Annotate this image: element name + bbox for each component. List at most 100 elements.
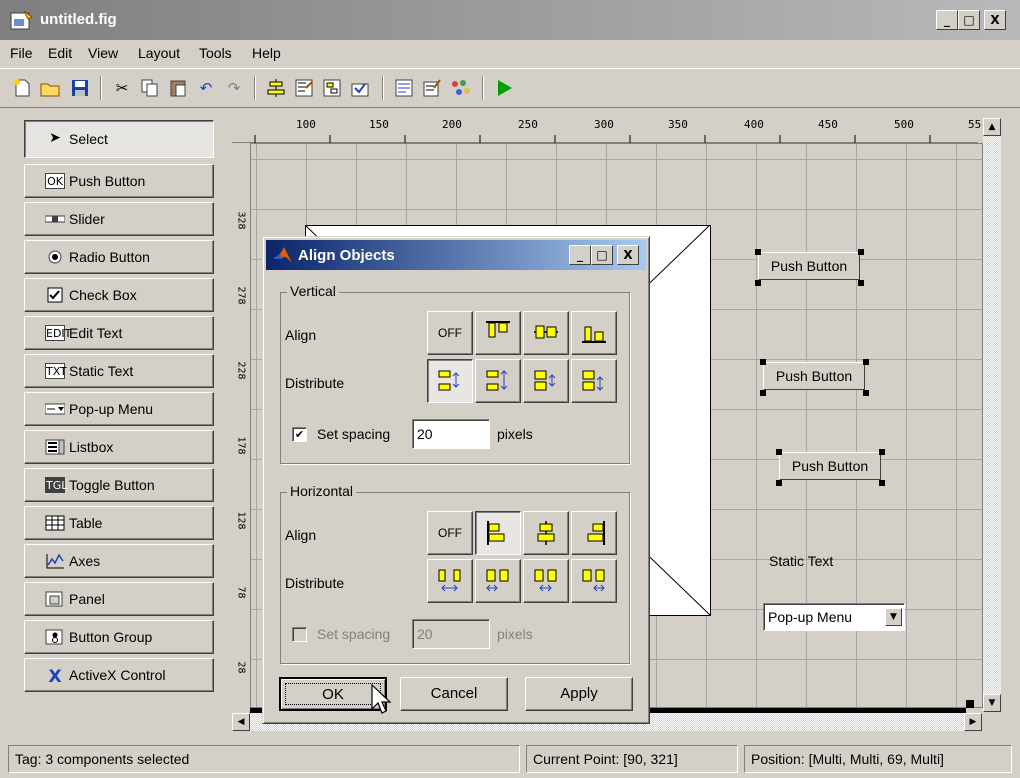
palette-panel[interactable]: Panel <box>24 582 214 616</box>
menu-editor-icon[interactable] <box>294 78 314 98</box>
menu-edit[interactable]: Edit <box>48 45 72 61</box>
distribute-vertical-button-4[interactable] <box>571 359 617 403</box>
align-right-button[interactable] <box>571 511 617 555</box>
distribute-horizontal-button-4[interactable] <box>571 559 617 603</box>
apply-button[interactable]: Apply <box>525 677 633 711</box>
align-horizontal-center-button[interactable] <box>523 511 569 555</box>
distribute-horizontal-icon <box>582 569 605 592</box>
horizontal-set-spacing-checkbox[interactable] <box>292 627 307 642</box>
distribute-vertical-button-2[interactable] <box>475 359 521 403</box>
scroll-up-button[interactable]: ▲ <box>983 118 1001 136</box>
palette-select-button[interactable]: ➤ Select <box>24 120 214 158</box>
vertical-scrollbar[interactable] <box>983 118 1001 712</box>
palette-listbox[interactable]: Listbox <box>24 430 214 464</box>
menu-view[interactable]: View <box>88 45 118 61</box>
menu-file[interactable]: File <box>10 45 33 61</box>
selection-handle[interactable] <box>863 359 869 365</box>
m-file-editor-icon[interactable] <box>394 78 414 98</box>
toolbar-editor-icon[interactable] <box>350 78 370 98</box>
toolbar-separator <box>100 76 102 100</box>
align-left-button[interactable] <box>475 511 521 555</box>
scroll-down-button[interactable]: ▼ <box>983 694 1001 712</box>
property-inspector-icon[interactable] <box>422 78 442 98</box>
paste-icon[interactable] <box>168 78 188 98</box>
palette-static-text[interactable]: TXT Static Text <box>24 354 214 388</box>
listbox-icon <box>45 439 65 455</box>
selection-handle[interactable] <box>858 280 864 286</box>
undo-icon[interactable]: ↶ <box>196 78 216 98</box>
maximize-button[interactable]: □ <box>958 10 980 30</box>
palette-table[interactable]: Table <box>24 506 214 540</box>
popup-arrow-button[interactable]: ▼ <box>885 608 902 626</box>
selection-handle[interactable] <box>760 359 766 365</box>
vertical-set-spacing-checkbox[interactable]: ✔ <box>292 427 307 442</box>
palette-slider[interactable]: Slider <box>24 202 214 236</box>
distribute-horizontal-button-3[interactable] <box>523 559 569 603</box>
selection-handle[interactable] <box>755 280 761 286</box>
canvas-push-button[interactable]: Push Button <box>758 252 860 280</box>
dialog-close-button[interactable]: X <box>617 245 639 265</box>
palette-check-box[interactable]: Check Box <box>24 278 214 312</box>
horizontal-align-off-button[interactable]: OFF <box>427 511 473 555</box>
selection-handle[interactable] <box>863 390 869 396</box>
object-browser-icon[interactable] <box>450 78 472 98</box>
cut-icon[interactable]: ✂ <box>112 78 132 98</box>
menu-help[interactable]: Help <box>252 45 281 61</box>
new-file-icon[interactable] <box>12 78 32 98</box>
palette-select-label: Select <box>69 131 108 147</box>
copy-icon[interactable] <box>140 78 160 98</box>
align-top-button[interactable] <box>475 311 521 355</box>
scroll-right-button[interactable]: ▶ <box>964 713 982 731</box>
palette-axes[interactable]: Axes <box>24 544 214 578</box>
align-vertical-center-button[interactable] <box>523 311 569 355</box>
palette-edit-text[interactable]: EDIT Edit Text <box>24 316 214 350</box>
vertical-spacing-input[interactable]: 20 <box>412 419 490 449</box>
figure-resize-handle[interactable] <box>966 700 974 708</box>
menu-layout[interactable]: Layout <box>138 45 180 61</box>
save-icon[interactable] <box>70 78 90 98</box>
selection-handle[interactable] <box>760 390 766 396</box>
ruler-tick-label: 300 <box>594 118 614 131</box>
canvas-push-button[interactable]: Push Button <box>763 362 865 390</box>
distribute-vertical-button-3[interactable] <box>523 359 569 403</box>
palette-toggle-button[interactable]: TGL Toggle Button <box>24 468 214 502</box>
minimize-button[interactable]: _ <box>936 10 958 30</box>
static-text-icon: TXT <box>45 363 67 379</box>
palette-radio-button[interactable]: Radio Button <box>24 240 214 274</box>
cancel-button[interactable]: Cancel <box>400 677 508 711</box>
distribute-horizontal-button-1[interactable] <box>427 559 473 603</box>
align-bottom-button[interactable] <box>571 311 617 355</box>
canvas-push-button[interactable]: Push Button <box>779 452 881 480</box>
palette-activex-control[interactable]: X ActiveX Control <box>24 658 214 692</box>
open-folder-icon[interactable] <box>40 78 62 98</box>
selection-handle[interactable] <box>879 480 885 486</box>
horizontal-spacing-input[interactable]: 20 <box>412 619 490 649</box>
dialog-maximize-button[interactable]: □ <box>591 245 613 265</box>
align-middle-icon <box>534 325 558 339</box>
vertical-align-off-button[interactable]: OFF <box>427 311 473 355</box>
status-tag: Tag: 3 components selected <box>8 745 520 773</box>
redo-icon[interactable]: ↷ <box>224 78 244 98</box>
palette-popup-menu[interactable]: Pop-up Menu <box>24 392 214 426</box>
activex-icon: X <box>48 667 62 687</box>
dialog-minimize-button[interactable]: _ <box>569 245 591 265</box>
scroll-left-button[interactable]: ◀ <box>232 713 250 731</box>
palette-button-group[interactable]: Button Group <box>24 620 214 654</box>
distribute-vertical-button-1[interactable] <box>427 359 473 403</box>
menu-tools[interactable]: Tools <box>199 45 232 61</box>
horizontal-set-spacing-label: Set spacing <box>317 626 391 642</box>
selection-handle[interactable] <box>858 249 864 255</box>
run-icon[interactable] <box>494 78 514 98</box>
selection-handle[interactable] <box>776 480 782 486</box>
distribute-horizontal-button-2[interactable] <box>475 559 521 603</box>
tab-order-icon[interactable] <box>322 78 342 98</box>
close-button[interactable]: X <box>984 10 1006 30</box>
canvas-static-text[interactable]: Static Text <box>769 553 833 569</box>
vertical-pixels-label: pixels <box>497 426 533 442</box>
palette-push-button[interactable]: OK Push Button <box>24 164 214 198</box>
selection-handle[interactable] <box>776 449 782 455</box>
align-tool-icon[interactable] <box>266 78 286 98</box>
canvas-popup-menu[interactable]: Pop-up Menu ▼ <box>763 603 905 631</box>
selection-handle[interactable] <box>879 449 885 455</box>
selection-handle[interactable] <box>755 249 761 255</box>
